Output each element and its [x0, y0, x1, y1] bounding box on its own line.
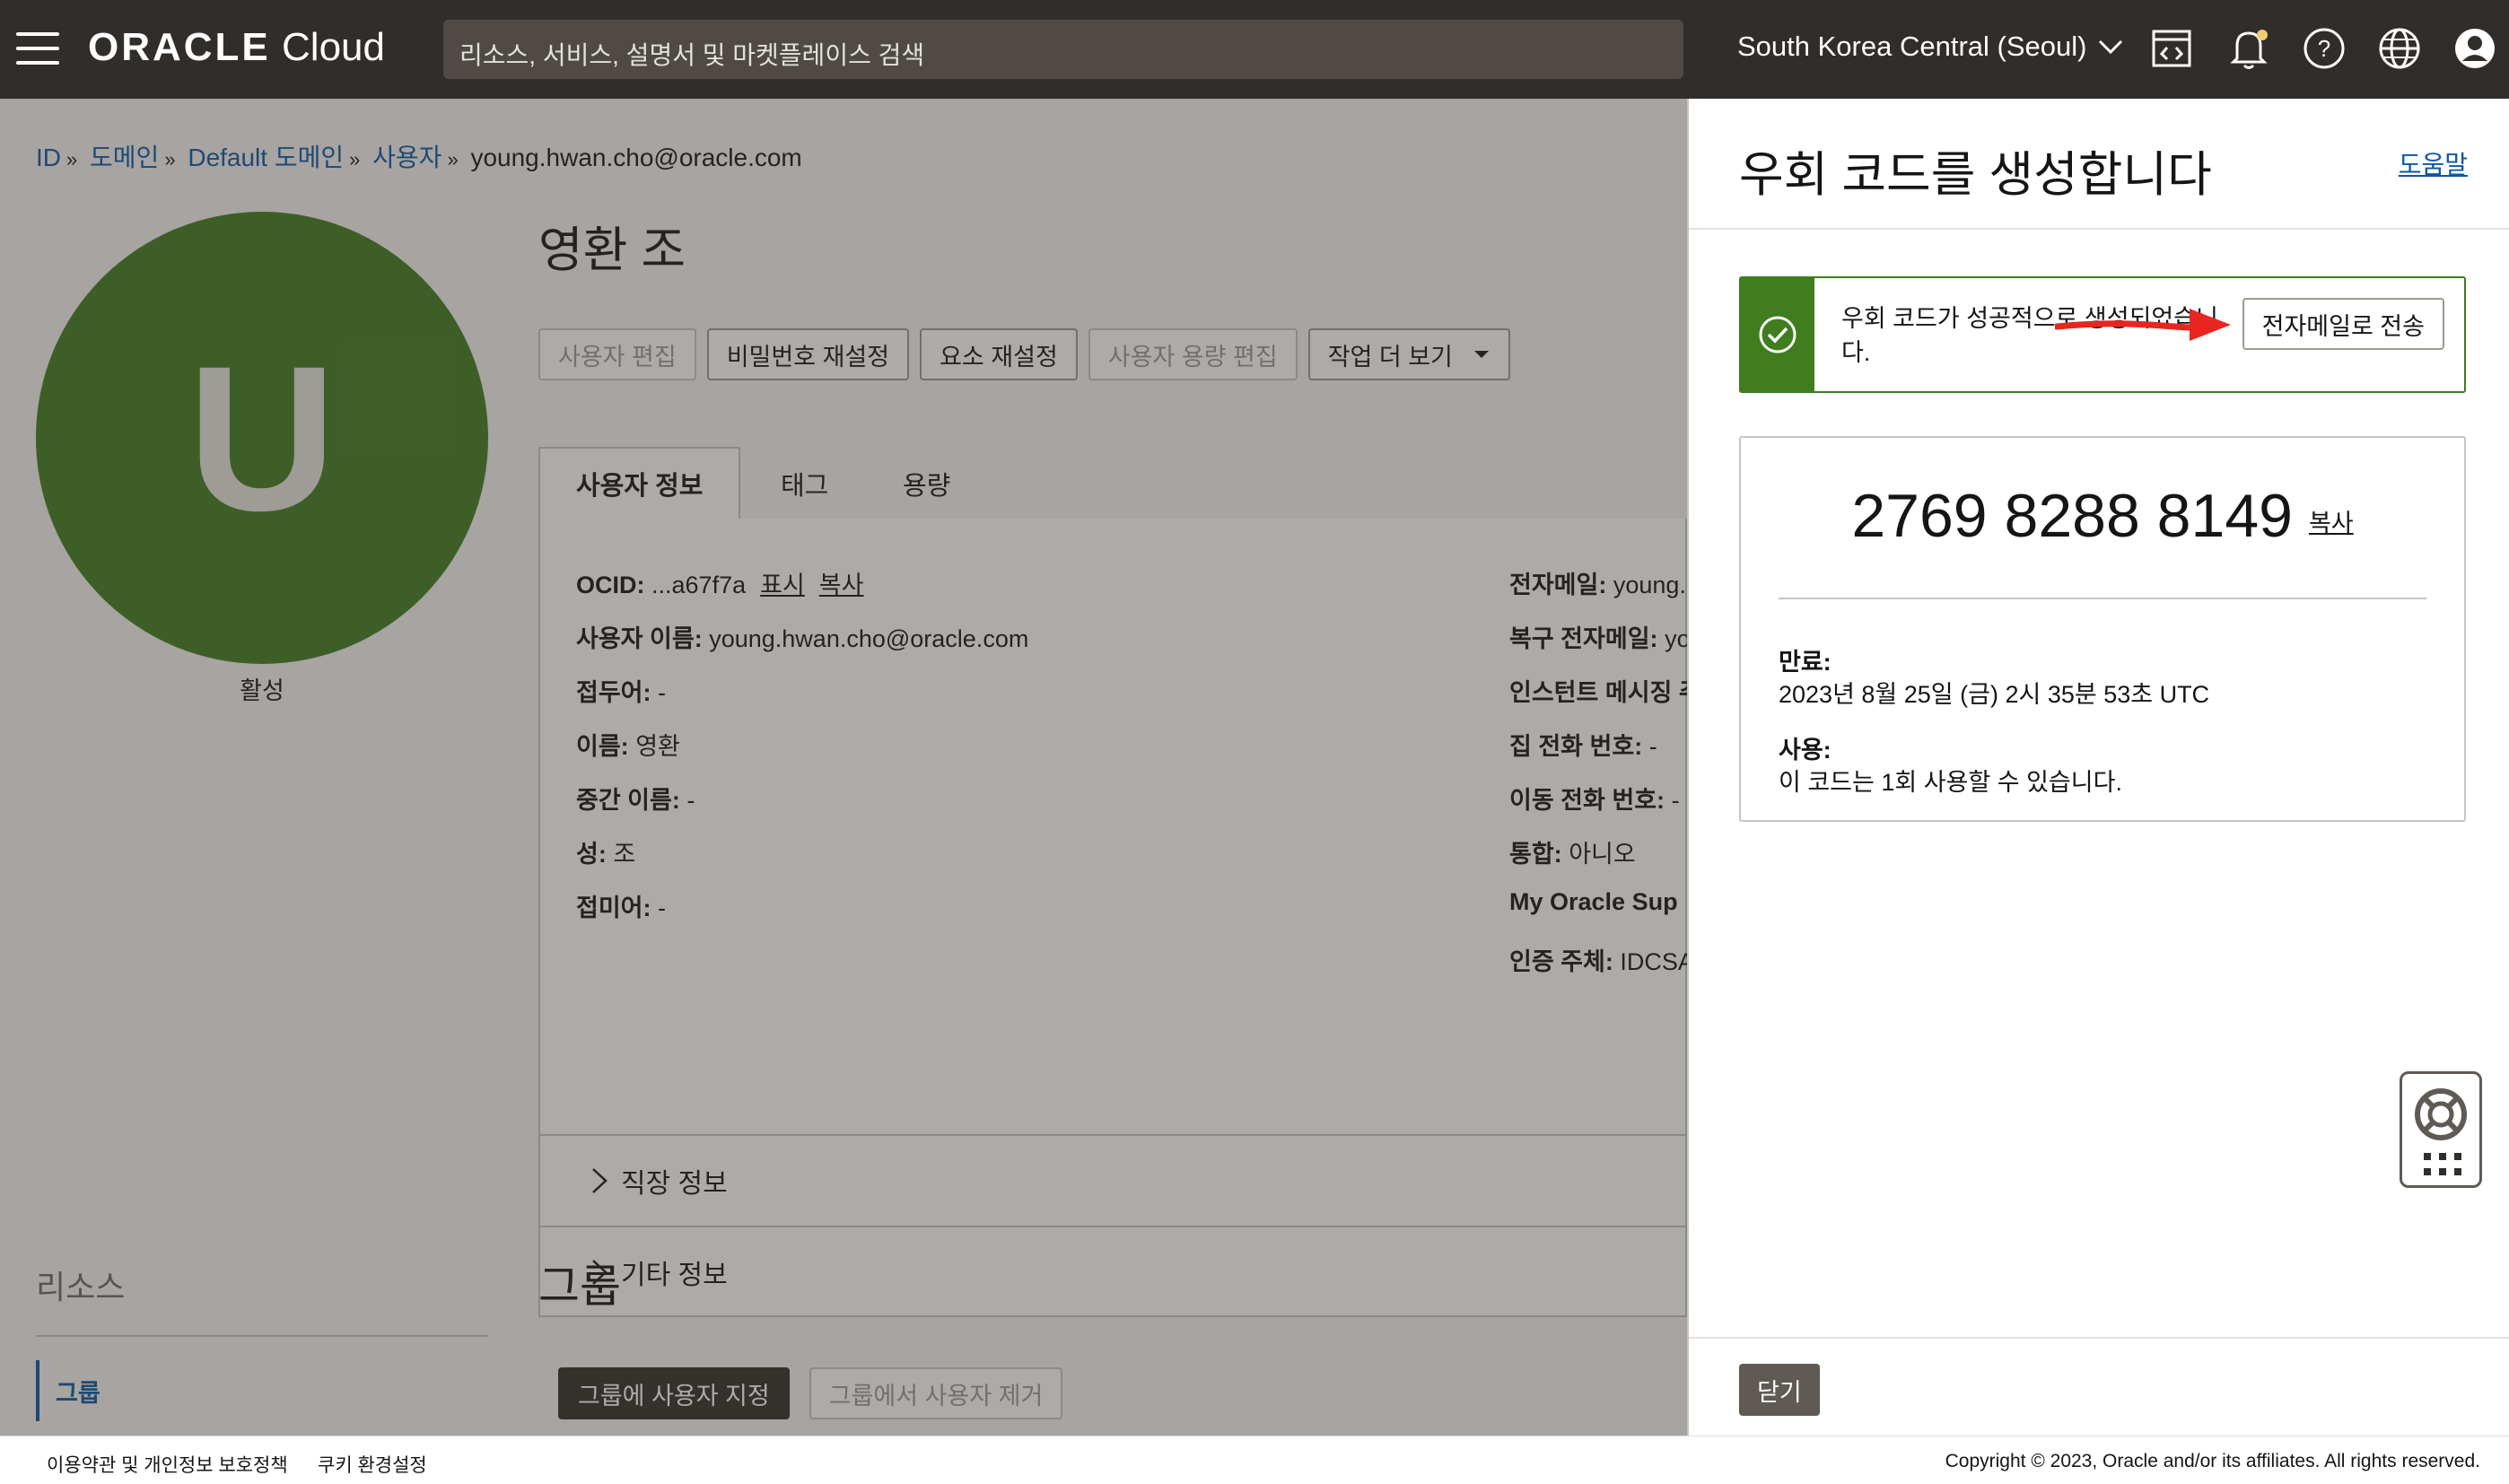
help-link[interactable]: 도움말: [2399, 145, 2468, 181]
svg-text:?: ?: [2318, 35, 2330, 62]
dialog-footer: 닫기: [1689, 1337, 2509, 1436]
success-strip: [1741, 278, 1814, 391]
resource-item-groups[interactable]: 그룹: [36, 1360, 101, 1421]
remove-from-group-button[interactable]: 그룹에서 사용자 제거: [809, 1367, 1063, 1419]
bypass-code-value: 2769 8288 8149: [1851, 482, 2293, 550]
mos-field: My Oracle Sup: [1509, 888, 1678, 915]
other-info-accordion[interactable]: 기타 정보: [540, 1226, 1689, 1317]
mobile-phone-field: 이동 전화 번호: -: [1509, 787, 1680, 814]
status-label: 활성: [240, 677, 284, 704]
red-arrow-annotation: [2055, 309, 2231, 341]
ocid-show-link[interactable]: 표시: [760, 572, 805, 598]
assign-to-group-button[interactable]: 그룹에 사용자 지정: [558, 1367, 790, 1419]
globe-icon[interactable]: [2374, 23, 2425, 74]
ocid-copy-link[interactable]: 복사: [819, 572, 864, 598]
top-navigation-bar: ORACLE Cloud 리소스, 서비스, 설명서 및 마켓플레이스 검색 S…: [0, 0, 2509, 99]
card-divider: [1779, 598, 2426, 599]
bypass-code-display: 2769 8288 8149 복사: [1741, 481, 2464, 551]
send-email-button[interactable]: 전자메일로 전송: [2242, 298, 2444, 350]
breadcrumb-id[interactable]: ID: [36, 144, 61, 171]
breadcrumb-default-domain[interactable]: Default 도메인: [188, 144, 344, 171]
expires-label: 만료:: [1779, 649, 1831, 676]
reset-password-button[interactable]: 비밀번호 재설정: [706, 328, 910, 380]
check-circle-icon: [1759, 316, 1797, 354]
copy-code-link[interactable]: 복사: [2309, 510, 2354, 537]
profile-icon[interactable]: [2450, 23, 2500, 74]
resources-heading: 리소스: [36, 1269, 126, 1305]
user-info-panel: OCID: ...a67f7a 표시 복사 사용자 이름: young.hwan.c…: [538, 519, 1701, 1317]
avatar: U: [36, 212, 488, 664]
close-button[interactable]: 닫기: [1739, 1364, 1820, 1416]
usage-value: 이 코드는 1회 사용할 수 있습니다.: [1779, 769, 2122, 796]
more-actions-button[interactable]: 작업 더 보기: [1307, 328, 1510, 380]
im-field: 인스턴트 메시징 주: [1509, 679, 1701, 706]
oracle-cloud-logo[interactable]: ORACLE Cloud: [88, 25, 385, 70]
chevron-right-icon: [592, 1168, 608, 1193]
lifebuoy-icon: [2415, 1088, 2467, 1140]
expires-value: 2023년 8월 25일 (금) 2시 35분 53초 UTC: [1779, 681, 2210, 708]
edit-quota-button[interactable]: 사용자 용량 편집: [1088, 328, 1298, 380]
last-name-field: 성: 조: [576, 841, 636, 868]
action-toolbar: 사용자 편집 비밀번호 재설정 요소 재설정 사용자 용량 편집 작업 더 보기: [538, 328, 1510, 380]
region-selector[interactable]: South Korea Central (Seoul): [1737, 31, 2124, 63]
support-widget[interactable]: [2400, 1071, 2482, 1188]
bell-icon[interactable]: [2224, 23, 2274, 74]
detail-tabs: 사용자 정보 태그 용량: [538, 447, 1687, 520]
caret-down-icon: [1473, 351, 1489, 358]
reset-factors-button[interactable]: 요소 재설정: [920, 328, 1078, 380]
dialog-header: 우회 코드를 생성합니다 도움말: [1689, 99, 2509, 230]
copyright-text: Copyright © 2023, Oracle and/or its affi…: [1945, 1451, 2480, 1471]
suffix-field: 접미어: -: [576, 895, 667, 921]
job-info-accordion[interactable]: 직장 정보: [540, 1134, 1689, 1226]
tab-tags[interactable]: 태그: [745, 447, 864, 520]
groups-heading: 그룹: [538, 1261, 621, 1312]
user-details-page: ID» 도메인» Default 도메인» 사용자» young.hwan.ch…: [0, 99, 1701, 1436]
username-field: 사용자 이름: young.hwan.cho@oracle.com: [576, 625, 1029, 652]
tab-user-info[interactable]: 사용자 정보: [538, 447, 741, 520]
email-field: 전자메일: young.: [1509, 572, 1686, 598]
breadcrumb-users[interactable]: 사용자: [372, 144, 441, 171]
edit-user-button[interactable]: 사용자 편집: [538, 328, 696, 380]
home-phone-field: 집 전화 번호: -: [1509, 733, 1657, 760]
breadcrumb-current: young.hwan.cho@oracle.com: [470, 144, 802, 171]
groups-toolbar: 그룹에 사용자 지정 그룹에서 사용자 제거: [558, 1367, 1063, 1419]
ocid-field: OCID: ...a67f7a 표시 복사: [576, 572, 864, 598]
auth-field: 인증 주체: IDCSA: [1509, 948, 1694, 975]
cookie-preferences-link[interactable]: 쿠키 환경설정: [318, 1451, 427, 1478]
search-input[interactable]: 리소스, 서비스, 설명서 및 마켓플레이스 검색: [443, 20, 1683, 79]
middle-name-field: 중간 이름: -: [576, 787, 695, 814]
terms-link[interactable]: 이용약관 및 개인정보 보호정책: [47, 1451, 288, 1478]
tab-quota[interactable]: 용량: [867, 447, 986, 520]
bypass-code-card: 2769 8288 8149 복사 만료: 2023년 8월 25일 (금) 2시…: [1739, 436, 2466, 822]
breadcrumb-domains[interactable]: 도메인: [90, 144, 159, 171]
first-name-field: 이름: 영환: [576, 733, 680, 760]
federated-field: 통합: 아니오: [1509, 841, 1636, 868]
usage-label: 사용:: [1779, 737, 1831, 764]
dialog-title: 우회 코드를 생성합니다: [1739, 148, 2212, 202]
resources-divider: [36, 1335, 488, 1337]
grid-dots-icon: [2424, 1153, 2461, 1175]
menu-icon[interactable]: [16, 32, 59, 65]
bypass-code-dialog: 우회 코드를 생성합니다 도움말 우회 코드가 성공적으로 생성되었습니다. 전…: [1687, 99, 2509, 1436]
breadcrumb: ID» 도메인» Default 도메인» 사용자» young.hwan.ch…: [36, 144, 802, 171]
page-footer: 이용약관 및 개인정보 보호정책 쿠키 환경설정 Copyright © 202…: [0, 1436, 2509, 1484]
success-alert: 우회 코드가 성공적으로 생성되었습니다. 전자메일로 전송: [1739, 276, 2466, 393]
code-editor-icon[interactable]: [2146, 23, 2197, 74]
help-icon[interactable]: ?: [2299, 23, 2349, 74]
page-title: 영환 조: [538, 223, 686, 277]
prefix-field: 접두어: -: [576, 679, 667, 706]
chevron-down-icon: [2099, 39, 2123, 55]
recovery-email-field: 복구 전자메일: yo: [1509, 625, 1691, 652]
